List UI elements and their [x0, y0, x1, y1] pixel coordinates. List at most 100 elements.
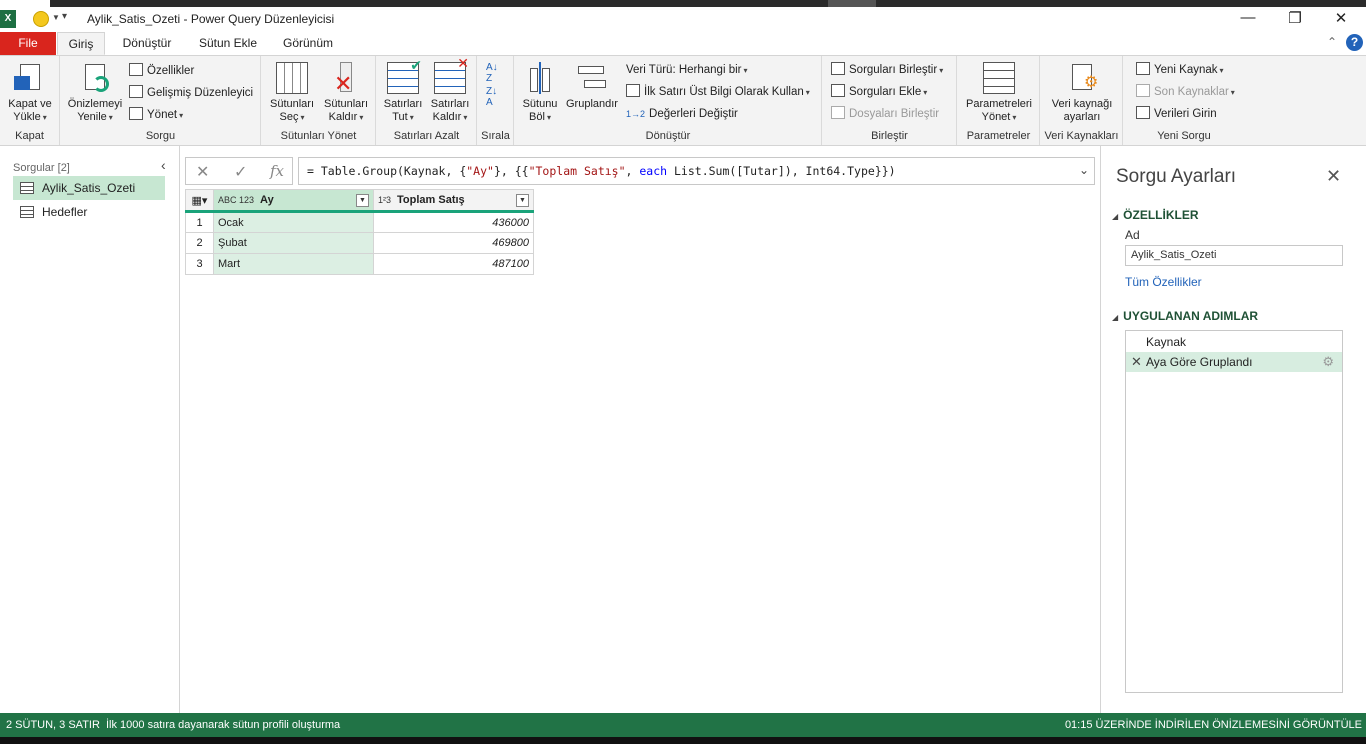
- column-header-toplam-satis[interactable]: 1²3 Toplam Satış ▼: [373, 189, 534, 213]
- parameters-icon: [983, 62, 1015, 94]
- status-bar: 2 SÜTUN, 3 SATIR İlk 1000 satıra dayanar…: [0, 713, 1366, 737]
- group-new-query-label: Yeni Sorgu: [1157, 130, 1211, 142]
- row-number: 2: [185, 232, 214, 254]
- smile-feedback-icon[interactable]: [33, 11, 49, 27]
- keep-rows-button[interactable]: ✔ Satırları Tut ▾: [379, 58, 427, 124]
- cell-ay[interactable]: Şubat: [213, 232, 374, 254]
- table-menu-icon[interactable]: ▦▾: [185, 189, 214, 213]
- step-item-kaynak[interactable]: Kaynak: [1126, 332, 1342, 352]
- advanced-editor-icon: [129, 85, 143, 98]
- tab-add-column[interactable]: Sütun Ekle: [190, 32, 266, 55]
- collapse-triangle-icon: ◢: [1112, 313, 1119, 322]
- step-item-grouped[interactable]: ✕ Aya Göre Gruplandı ⚙: [1126, 352, 1342, 372]
- cell-toplam-satis[interactable]: 436000: [373, 211, 534, 233]
- group-sort: A↓ Z Z↓ A Sırala: [478, 56, 514, 145]
- formula-bar: ✕ ✓ fx = Table.Group(Kaynak, {"Ay"}, {{"…: [185, 157, 1095, 185]
- group-reduce-rows-label: Satırları Azalt: [393, 130, 460, 142]
- query-item-aylik-satis-ozeti[interactable]: Aylik_Satis_Ozeti: [13, 176, 165, 200]
- gear-icon[interactable]: ⚙: [1322, 352, 1334, 372]
- row-number: 3: [185, 253, 214, 275]
- group-combine-label: Birleştir: [871, 130, 908, 142]
- enter-data-icon: [1136, 106, 1150, 119]
- table-row: 3 Mart 487100: [185, 253, 534, 275]
- tab-home[interactable]: Giriş: [57, 32, 105, 55]
- cell-toplam-satis[interactable]: 487100: [373, 253, 534, 275]
- query-name-input[interactable]: Aylik_Satis_Ozeti: [1125, 245, 1343, 266]
- sort-descending-icon[interactable]: Z↓ A: [486, 86, 497, 108]
- confirm-icon[interactable]: ✓: [234, 162, 247, 182]
- chevron-down-icon[interactable]: ⌄: [1079, 163, 1089, 177]
- group-sort-label: Sırala: [481, 130, 510, 142]
- sort-ascending-icon[interactable]: A↓ Z: [486, 62, 498, 84]
- formula-input[interactable]: = Table.Group(Kaynak, {"Ay"}, {{"Toplam …: [298, 157, 1095, 185]
- status-profile[interactable]: İlk 1000 satıra dayanarak sütun profili …: [106, 713, 340, 737]
- manage-parameters-button[interactable]: Parametreleri Yönet ▾: [962, 62, 1036, 124]
- close-icon[interactable]: ✕: [1326, 9, 1356, 27]
- cell-ay[interactable]: Ocak: [213, 211, 374, 233]
- group-close-label: Kapat: [15, 130, 44, 142]
- group-query: Önizlemeyi Yenile ▾ Özellikler Gelişmiş D…: [61, 56, 261, 145]
- merge-queries-button[interactable]: Sorguları Birleştir ▾: [831, 61, 943, 79]
- chevron-left-icon[interactable]: ‹: [161, 157, 166, 173]
- tab-view[interactable]: Görünüm: [274, 32, 342, 55]
- queries-header: Sorgular [2]: [13, 162, 70, 174]
- cell-ay[interactable]: Mart: [213, 253, 374, 275]
- tab-transform[interactable]: Dönüştür: [112, 32, 182, 55]
- help-icon[interactable]: ?: [1346, 34, 1363, 51]
- append-queries-button[interactable]: Sorguları Ekle ▾: [831, 83, 927, 101]
- filter-dropdown-icon[interactable]: ▼: [516, 194, 529, 207]
- enter-data-button[interactable]: Verileri Girin: [1136, 105, 1217, 123]
- advanced-editor-button[interactable]: Gelişmiş Düzenleyici: [129, 84, 253, 102]
- column-header-ay[interactable]: ABC 123 Ay ▼: [213, 189, 374, 213]
- tab-file[interactable]: File: [0, 32, 56, 55]
- group-by-icon: [576, 62, 608, 94]
- replace-values-button[interactable]: 1→2 Değerleri Değiştir: [626, 105, 738, 123]
- table-header-icon: [626, 84, 640, 97]
- remove-rows-button[interactable]: ✕ Satırları Kaldır ▾: [425, 56, 475, 124]
- split-column-button[interactable]: Sütunu Böl ▾: [519, 62, 561, 124]
- bottom-strip: [0, 737, 1366, 744]
- excel-icon: X: [0, 10, 16, 28]
- group-by-button[interactable]: Gruplandır: [563, 62, 621, 111]
- remove-columns-button[interactable]: ✕ Sütunları Kaldır ▾: [320, 62, 372, 124]
- close-load-button[interactable]: Kapat ve Yükle ▾: [4, 62, 56, 124]
- manage-button[interactable]: Yönet ▾: [129, 106, 183, 124]
- data-type-dropdown[interactable]: Veri Türü: Herhangi bir ▾: [626, 61, 748, 79]
- refresh-preview-label: Önizlemeyi Yenile: [67, 98, 123, 123]
- group-parameters-label: Parametreler: [966, 130, 1031, 142]
- properties-section-header[interactable]: ◢ ÖZELLİKLER: [1112, 208, 1198, 222]
- query-settings-pane: Sorgu Ayarları ✕ ◢ ÖZELLİKLER Ad Aylik_Sa…: [1100, 146, 1366, 713]
- close-icon[interactable]: ✕: [1326, 166, 1341, 187]
- table-icon: [20, 206, 34, 218]
- type-any-icon[interactable]: ABC 123: [218, 195, 254, 205]
- all-properties-link[interactable]: Tüm Özellikler: [1125, 275, 1202, 289]
- minimize-icon[interactable]: —: [1233, 9, 1263, 26]
- applied-steps-section-header[interactable]: ◢ UYGULANAN ADIMLAR: [1112, 309, 1258, 323]
- group-transform-label: Dönüştür: [645, 130, 691, 142]
- choose-columns-button[interactable]: Sütunları Seç ▾: [266, 62, 318, 124]
- remove-rows-icon: ✕: [434, 56, 469, 94]
- chevron-down-icon[interactable]: ▼: [52, 13, 60, 22]
- restore-icon[interactable]: ❐: [1280, 9, 1310, 27]
- query-item-hedefler[interactable]: Hedefler: [13, 200, 165, 224]
- group-new-query: Yeni Kaynak ▾ Son Kaynaklar ▾ Verileri Gir…: [1124, 56, 1244, 145]
- use-first-row-header-button[interactable]: İlk Satırı Üst Bilgi Olarak Kullan ▾: [626, 83, 810, 101]
- formula-controls: ✕ ✓ fx: [185, 157, 293, 185]
- customize-qat-icon[interactable]: ▾: [62, 11, 67, 22]
- refresh-preview-button[interactable]: Önizlemeyi Yenile ▾: [65, 62, 125, 124]
- filter-dropdown-icon[interactable]: ▼: [356, 194, 369, 207]
- collapse-ribbon-icon[interactable]: ⌃: [1327, 35, 1337, 49]
- delete-step-icon[interactable]: ✕: [1131, 352, 1142, 372]
- new-source-icon: [1136, 62, 1150, 75]
- type-integer-icon[interactable]: 1²3: [378, 195, 391, 205]
- close-load-icon: [14, 62, 46, 94]
- cell-toplam-satis[interactable]: 469800: [373, 232, 534, 254]
- properties-button[interactable]: Özellikler: [129, 62, 194, 80]
- new-source-button[interactable]: Yeni Kaynak ▾: [1136, 61, 1224, 79]
- group-manage-columns: Sütunları Seç ▾ ✕ Sütunları Kaldır ▾ Sütun…: [262, 56, 376, 145]
- data-source-settings-button[interactable]: ⚙ Veri kaynağı ayarları: [1045, 62, 1119, 124]
- combine-files-button: Dosyaları Birleştir: [831, 105, 939, 123]
- cancel-icon[interactable]: ✕: [196, 162, 209, 182]
- ribbon-tabs: File Giriş Dönüştür Sütun Ekle Görünüm ⌃…: [0, 32, 1366, 55]
- function-icon[interactable]: fx: [270, 162, 284, 180]
